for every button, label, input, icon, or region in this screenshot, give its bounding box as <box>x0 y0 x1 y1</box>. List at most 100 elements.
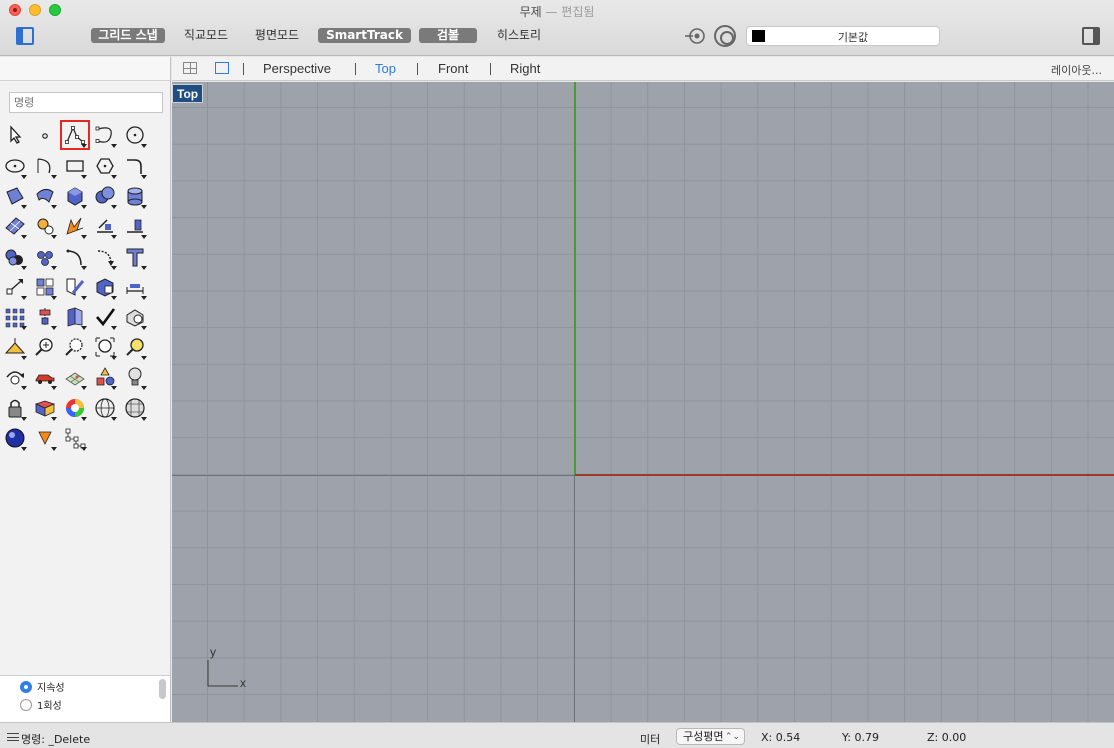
osnap-icon[interactable] <box>714 25 736 47</box>
surface-corner-icon[interactable] <box>1 182 29 210</box>
spotlight-icon[interactable] <box>31 424 59 452</box>
world-x-axis <box>575 474 1114 476</box>
unroll-icon[interactable] <box>61 303 89 331</box>
panel-toggle-icon[interactable] <box>1082 27 1100 45</box>
point-icon[interactable] <box>31 121 59 149</box>
tab-separator <box>243 63 244 75</box>
layer-book-icon[interactable] <box>31 394 59 422</box>
zoom-selected-icon[interactable] <box>121 333 149 361</box>
tab-front[interactable]: Front <box>438 61 468 76</box>
ortho-toggle[interactable]: 직교모드 <box>178 28 234 43</box>
arc-icon[interactable] <box>31 152 59 180</box>
boolean-union-icon[interactable] <box>1 243 29 271</box>
loft-surface-icon[interactable] <box>31 182 59 210</box>
offset-icon[interactable] <box>121 212 149 240</box>
four-viewports-icon[interactable] <box>183 62 197 74</box>
cplane-value: 구성평면 <box>683 730 724 743</box>
tree-diagram-icon[interactable] <box>61 424 89 452</box>
tab-separator <box>355 63 356 75</box>
dimension-icon[interactable] <box>121 273 149 301</box>
document-status: — 편집됨 <box>545 5 595 19</box>
light-bulb-icon[interactable] <box>121 363 149 391</box>
tab-separator <box>490 63 491 75</box>
circle-icon[interactable] <box>121 121 149 149</box>
align-icon[interactable] <box>31 303 59 331</box>
zoom-extents-icon[interactable] <box>91 333 119 361</box>
world-y-axis <box>574 82 576 475</box>
history-option-persistent[interactable]: 지속성 <box>20 681 65 697</box>
grid-axis-x-negative <box>172 475 574 476</box>
gizmo-x-label: x <box>240 676 246 690</box>
array-grid-icon[interactable] <box>1 303 29 331</box>
tab-right[interactable]: Right <box>510 61 540 76</box>
boolean-solid-icon[interactable] <box>91 182 119 210</box>
radio-off-icon[interactable] <box>20 699 32 711</box>
sidebar-toggle-icon[interactable] <box>16 27 34 45</box>
check-icon[interactable] <box>91 303 119 331</box>
planar-toggle[interactable]: 평면모드 <box>249 28 305 43</box>
material-ball-icon[interactable] <box>1 424 29 452</box>
history-option-label: 1회성 <box>37 701 62 712</box>
viewport-tab-bar: Perspective Top Front Right 레이아웃... <box>172 57 1114 81</box>
single-viewport-icon[interactable] <box>215 62 229 74</box>
rotate-icon[interactable] <box>91 243 119 271</box>
history-toggle[interactable]: 히스토리 <box>490 28 548 43</box>
command-history-icon[interactable] <box>7 733 19 741</box>
document-name: 무제 <box>519 5 542 19</box>
edit-surface-icon[interactable] <box>61 273 89 301</box>
command-input[interactable] <box>9 92 163 113</box>
polygon-icon[interactable] <box>91 152 119 180</box>
solid-cube-icon[interactable] <box>91 273 119 301</box>
layer-color-swatch <box>752 30 765 42</box>
tab-perspective[interactable]: Perspective <box>263 61 331 76</box>
group-icon[interactable] <box>31 273 59 301</box>
rotate-view-icon[interactable] <box>1 363 29 391</box>
curve-tangent-icon[interactable] <box>61 243 89 271</box>
terrain-mesh-icon[interactable] <box>61 363 89 391</box>
layer-dropdown[interactable]: 기본값 <box>746 26 940 46</box>
text-icon[interactable] <box>121 243 149 271</box>
grid-snap-toggle[interactable]: 그리드 스냅 <box>91 28 165 43</box>
smarttrack-toggle[interactable]: SmartTrack <box>318 28 411 43</box>
last-command: 명령: _Delete <box>21 733 91 746</box>
zoom-icon[interactable] <box>31 333 59 361</box>
car-icon[interactable] <box>31 363 59 391</box>
zoom-window-icon[interactable] <box>61 333 89 361</box>
box-icon[interactable] <box>61 182 89 210</box>
cplane-dropdown[interactable]: 구성평면 ⌃⌄ <box>676 728 745 745</box>
move-icon[interactable] <box>1 273 29 301</box>
layer-name: 기본값 <box>837 31 869 44</box>
analyze-icon[interactable] <box>121 303 149 331</box>
select-arrow-icon[interactable] <box>1 121 29 149</box>
top-viewport[interactable]: Top y x <box>172 82 1114 722</box>
tab-top[interactable]: Top <box>375 61 396 76</box>
mesh-plane-icon[interactable] <box>1 212 29 240</box>
render-light-icon[interactable] <box>1 333 29 361</box>
explode-icon[interactable] <box>61 212 89 240</box>
gumball-toggle[interactable]: 검볼 <box>419 28 477 43</box>
coord-x: X: 0.54 <box>761 731 801 744</box>
rectangle-icon[interactable] <box>61 152 89 180</box>
transform-gear-icon[interactable] <box>31 212 59 240</box>
lock-icon[interactable] <box>1 394 29 422</box>
curve-icon[interactable] <box>91 121 119 149</box>
polyline-icon[interactable] <box>60 120 90 150</box>
sphere-wire-icon[interactable] <box>91 394 119 422</box>
status-bar: 명령: _Delete 미터 구성평면 ⌃⌄ X: 0.54 Y: 0.79 Z… <box>0 722 1114 748</box>
color-wheel-icon[interactable] <box>61 394 89 422</box>
record-history-icon[interactable] <box>685 27 705 45</box>
radio-on-icon[interactable] <box>20 681 32 693</box>
extend-icon[interactable] <box>91 212 119 240</box>
history-scrollbar[interactable] <box>159 679 166 699</box>
sphere-grid-icon[interactable] <box>121 394 149 422</box>
points-cluster-icon[interactable] <box>31 243 59 271</box>
history-options: 지속성 1회성 <box>0 675 170 722</box>
history-option-once[interactable]: 1회성 <box>20 699 62 715</box>
viewport-label[interactable]: Top <box>172 84 204 103</box>
shapes-icon[interactable] <box>91 363 119 391</box>
fillet-curve-icon[interactable] <box>121 152 149 180</box>
chevron-updown-icon: ⌃⌄ <box>724 732 740 742</box>
cylinder-icon[interactable] <box>121 182 149 210</box>
ellipse-icon[interactable] <box>1 152 29 180</box>
layout-menu[interactable]: 레이아웃... <box>1051 62 1102 78</box>
